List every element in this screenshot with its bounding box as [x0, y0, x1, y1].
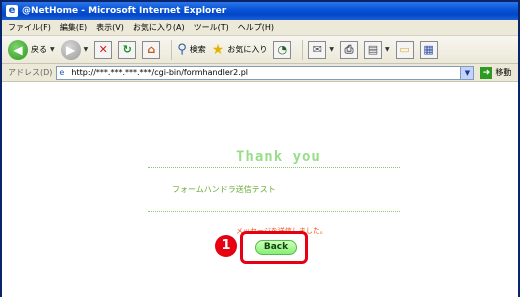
mail-dropdown-icon[interactable]: ▼ — [329, 46, 334, 53]
form-name: フォームハンドラ送信テスト — [172, 185, 276, 194]
forward-dropdown-icon[interactable]: ▼ — [84, 46, 89, 53]
back-button[interactable]: ◀ 戻る ▼ — [8, 39, 55, 60]
title-bar: e @NetHome - Microsoft Internet Explorer — [2, 2, 518, 20]
folder-icon: ▭ — [395, 40, 414, 59]
favorites-label: お気に入り — [227, 45, 268, 54]
favorites-button[interactable]: ★ お気に入り — [212, 42, 268, 58]
forward-arrow-icon: ▶ — [60, 39, 81, 60]
go-button[interactable]: ➜ 移動 — [480, 66, 512, 79]
menu-tools[interactable]: ツール(T) — [194, 22, 229, 33]
menu-help[interactable]: ヘルプ(H) — [238, 22, 274, 33]
edit-dropdown-icon[interactable]: ▼ — [385, 46, 390, 53]
divider — [148, 167, 400, 168]
back-link-button[interactable]: Back — [255, 240, 297, 255]
edit-page-icon: ▤ — [363, 40, 382, 59]
toolbar-separator — [171, 39, 173, 60]
back-arrow-icon: ◀ — [8, 39, 28, 60]
page-heading: Thank you — [236, 149, 321, 165]
search-button[interactable]: ⚲ 検索 — [177, 42, 206, 57]
menu-edit[interactable]: 編集(E) — [60, 22, 87, 33]
address-url: http://***.***.***.***/cgi-bin/formhandl… — [71, 68, 249, 77]
window-title: @NetHome - Microsoft Internet Explorer — [22, 6, 227, 16]
forward-button[interactable]: ▶ ▼ — [60, 39, 89, 60]
address-input[interactable]: e http://***.***.***.***/cgi-bin/formhan… — [56, 65, 475, 80]
refresh-button[interactable]: ↻ — [118, 40, 137, 59]
menu-bar: ファイル(F) 編集(E) 表示(V) お気に入り(A) ツール(T) ヘルプ(… — [2, 20, 518, 36]
menu-view[interactable]: 表示(V) — [96, 22, 124, 33]
mail-button[interactable]: ✉ ▼ — [308, 40, 334, 59]
print-button[interactable]: ⎙ — [339, 40, 358, 59]
page-icon: e — [59, 67, 65, 77]
stop-button[interactable]: ✕ — [94, 40, 113, 59]
ie-logo-icon: e — [6, 5, 18, 17]
divider — [148, 211, 400, 212]
edit-button[interactable]: ▤ ▼ — [363, 40, 390, 59]
toolbar: ◀ 戻る ▼ ▶ ▼ ✕ ↻ ⌂ ⚲ 検索 ★ お気に入り ◔ ✉ ▼ ⎙ ▤ … — [2, 36, 518, 64]
address-bar: アドレス(D) e http://***.***.***.***/cgi-bin… — [2, 64, 518, 82]
address-dropdown-icon[interactable]: ▼ — [460, 66, 474, 79]
print-icon: ⎙ — [339, 40, 358, 59]
home-icon: ⌂ — [142, 40, 161, 59]
mail-icon: ✉ — [308, 40, 327, 59]
refresh-icon: ↻ — [118, 40, 137, 59]
search-icon: ⚲ — [177, 42, 187, 57]
address-label: アドレス(D) — [8, 68, 53, 77]
toolbar-separator — [302, 39, 304, 60]
home-button[interactable]: ⌂ — [142, 40, 161, 59]
step-marker: 1 — [215, 235, 237, 257]
search-label: 検索 — [189, 45, 206, 54]
star-icon: ★ — [211, 41, 225, 58]
back-label: 戻る — [31, 45, 47, 54]
back-dropdown-icon[interactable]: ▼ — [50, 46, 55, 53]
history-button[interactable]: ◔ — [273, 40, 292, 59]
menu-favorites[interactable]: お気に入り(A) — [133, 22, 185, 33]
go-arrow-icon: ➜ — [480, 66, 493, 79]
discuss-button[interactable]: ▭ — [395, 40, 414, 59]
menu-file[interactable]: ファイル(F) — [8, 22, 51, 33]
stop-icon: ✕ — [94, 40, 113, 59]
go-label: 移動 — [495, 68, 512, 77]
media-icon: ▦ — [419, 40, 438, 59]
media-button[interactable]: ▦ — [419, 40, 438, 59]
history-icon: ◔ — [273, 40, 292, 59]
